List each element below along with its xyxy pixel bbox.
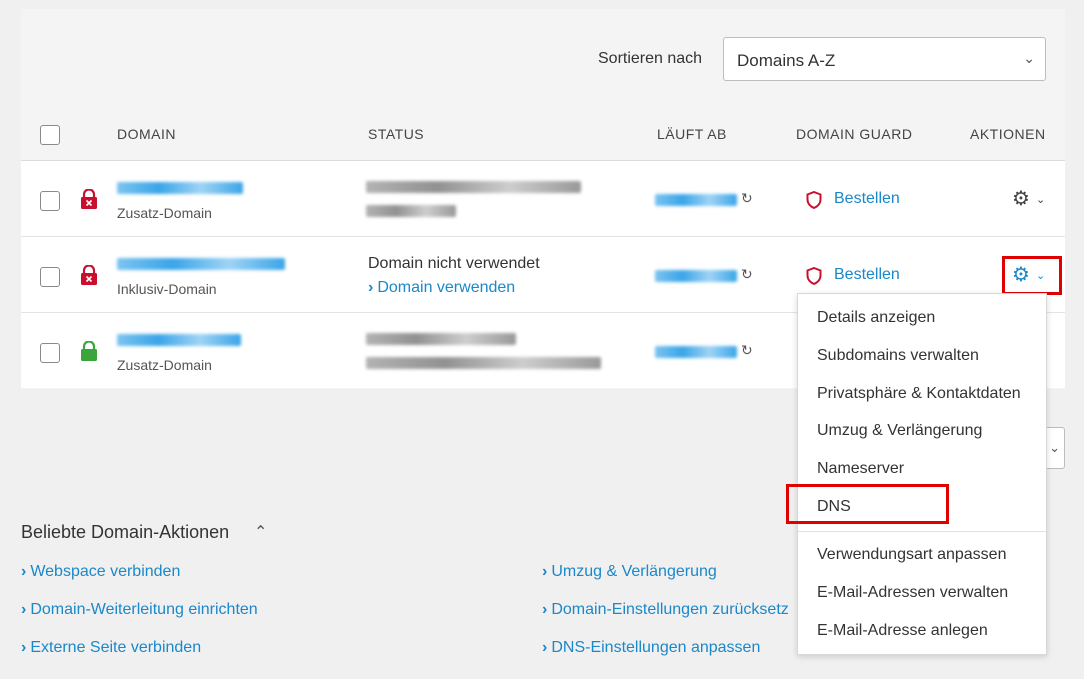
link-reset[interactable]: › Domain-Einstellungen zurücksetz [542,601,789,619]
link-transfer[interactable]: › Umzug & Verlängerung [542,563,717,581]
menu-item-privacy[interactable]: Privatsphäre & Kontaktdaten [817,385,1021,403]
menu-item-usage-type[interactable]: Verwendungsart anpassen [817,546,1006,564]
table-row: Zusatz-Domain ↻ Bestellen ⚙ ⌄ [21,160,1065,236]
actions-dropdown-menu: Details anzeigen Subdomains verwalten Pr… [797,293,1047,655]
lock-icon [81,189,97,209]
shield-icon [806,267,822,285]
shield-icon [806,191,822,209]
status-text-blurred [366,333,516,345]
sort-label: Sortieren nach [598,50,703,67]
domain-name-link[interactable] [117,182,243,194]
link-dns-settings[interactable]: › DNS-Einstellungen anpassen [542,639,760,657]
chevron-right-icon: › [368,279,374,296]
menu-item-email-create[interactable]: E-Mail-Adresse anlegen [817,622,988,640]
guard-order-link[interactable]: Bestellen [834,266,900,284]
domain-type: Zusatz-Domain [117,205,212,221]
domain-name-link[interactable] [117,258,285,270]
status-text-blurred [366,357,601,369]
menu-item-nameserver[interactable]: Nameserver [817,460,904,478]
highlight-dns-box [786,484,949,524]
gear-icon[interactable]: ⚙ [1012,186,1030,211]
select-all-checkbox[interactable] [40,125,60,145]
link-forwarding[interactable]: › Domain-Weiterleitung einrichten [21,601,258,619]
chevron-right-icon: › [21,639,27,656]
use-domain-link[interactable]: › Domain verwenden [368,279,515,297]
status-text-blurred [366,181,581,193]
header-domain-guard: DOMAIN GUARD [796,126,913,142]
expiry-date-blurred [655,270,737,282]
menu-divider [798,531,1046,532]
sort-select-value: Domains A-Z [737,51,836,70]
chevron-right-icon: › [542,563,548,580]
menu-item-details[interactable]: Details anzeigen [817,309,935,327]
chevron-right-icon: › [21,563,27,580]
header-status[interactable]: STATUS [368,126,424,142]
header-actions: AKTIONEN [970,126,1046,142]
header-domain[interactable]: DOMAIN [117,126,176,142]
chevron-right-icon: › [21,601,27,618]
row-checkbox[interactable] [40,191,60,211]
auto-renew-icon: ↻ [741,342,753,358]
lock-icon [81,341,97,361]
chevron-down-icon: ⌄ [1023,50,1035,66]
chevron-down-icon: ⌄ [1049,440,1060,455]
header-expires[interactable]: LÄUFT AB [657,126,727,142]
link-webspace[interactable]: › Webspace verbinden [21,563,180,581]
menu-item-subdomains[interactable]: Subdomains verwalten [817,347,979,365]
auto-renew-icon: ↻ [741,190,753,206]
auto-renew-icon: ↻ [741,266,753,282]
link-external[interactable]: › Externe Seite verbinden [21,639,201,657]
chevron-right-icon: › [542,601,548,618]
chevron-down-icon[interactable]: ⌄ [1036,193,1045,206]
menu-item-transfer[interactable]: Umzug & Verlängerung [817,422,982,440]
row-checkbox[interactable] [40,267,60,287]
domain-type: Inklusiv-Domain [117,281,217,297]
row-checkbox[interactable] [40,343,60,363]
popular-actions-title[interactable]: Beliebte Domain-Aktionen [21,522,229,543]
domain-name-link[interactable] [117,334,241,346]
lock-icon [81,265,97,285]
status-text: Domain nicht verwendet [368,255,540,272]
domain-type: Zusatz-Domain [117,357,212,373]
menu-item-email-manage[interactable]: E-Mail-Adressen verwalten [817,584,1008,602]
guard-order-link[interactable]: Bestellen [834,190,900,208]
expiry-date-blurred [655,194,737,206]
highlight-gear-box [1002,256,1062,295]
chevron-right-icon: › [542,639,548,656]
status-text-blurred [366,205,456,217]
sort-select[interactable]: Domains A-Z ⌄ [723,37,1046,81]
expiry-date-blurred [655,346,737,358]
chevron-up-icon[interactable]: ⌃ [254,522,267,542]
